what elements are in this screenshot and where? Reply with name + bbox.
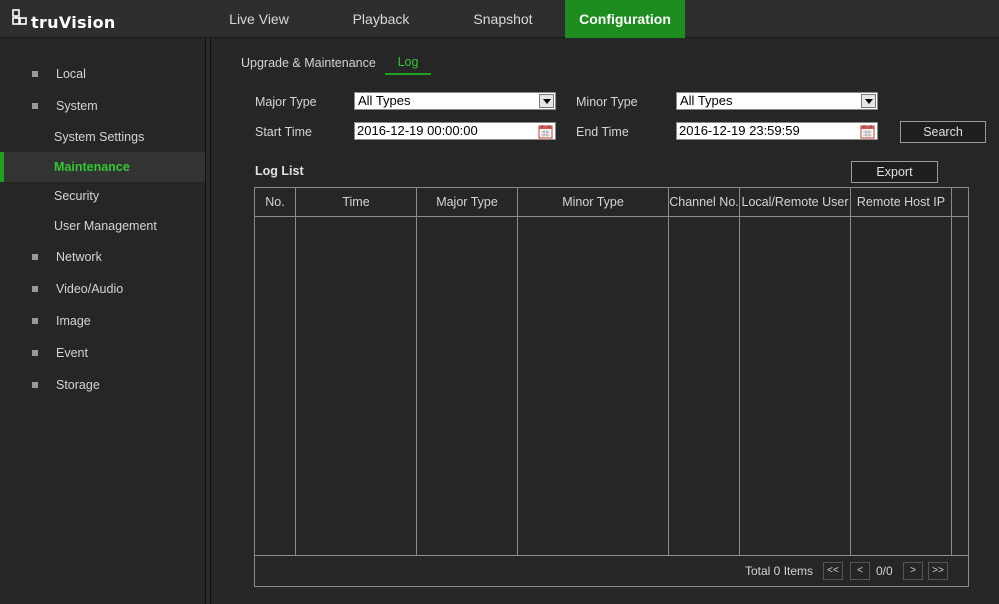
column-header-major-type[interactable]: Major Type: [417, 188, 518, 217]
sidebar-item-label: Video/Audio: [56, 282, 124, 296]
bullet-icon: [32, 318, 38, 324]
sidebar-item-security[interactable]: Security: [0, 181, 205, 211]
column-divider: [850, 217, 851, 556]
sidebar-item-image[interactable]: Image: [0, 307, 205, 335]
column-divider: [295, 217, 296, 556]
bullet-icon: [32, 350, 38, 356]
column-header-local-remote-user[interactable]: Local/Remote User: [740, 188, 851, 217]
top-nav-bar: truVision Live View Playback Snapshot Co…: [0, 0, 999, 38]
sidebar-item-label: System Settings: [54, 130, 145, 144]
log-table: No. Time Major Type Minor Type Channel N…: [254, 187, 969, 587]
end-time-input[interactable]: 2016-12-19 23:59:59: [676, 122, 878, 140]
dropdown-arrow-icon[interactable]: [539, 94, 554, 108]
nav-tab-snapshot[interactable]: Snapshot: [453, 0, 553, 38]
sidebar-item-maintenance[interactable]: Maintenance: [0, 152, 205, 182]
major-type-value: All Types: [358, 93, 411, 108]
sidebar-item-label: Local: [56, 67, 86, 81]
start-time-input[interactable]: 2016-12-19 00:00:00: [354, 122, 556, 140]
sidebar-item-label: Network: [56, 250, 102, 264]
sidebar-item-network[interactable]: Network: [0, 243, 205, 271]
sidebar-item-label: Image: [56, 314, 91, 328]
table-header: No. Time Major Type Minor Type Channel N…: [255, 188, 968, 217]
bullet-icon: [32, 286, 38, 292]
sidebar-item-label: Event: [56, 346, 88, 360]
table-footer-pagination: Total 0 Items << < 0/0 > >>: [255, 555, 968, 586]
next-page-button[interactable]: >: [903, 562, 923, 580]
sidebar-item-storage[interactable]: Storage: [0, 371, 205, 399]
sidebar-item-local[interactable]: Local: [0, 60, 205, 88]
minor-type-select[interactable]: All Types: [676, 92, 878, 110]
start-time-label: Start Time: [255, 125, 312, 139]
bullet-icon: [32, 254, 38, 260]
column-header-remote-host-ip[interactable]: Remote Host IP: [851, 188, 952, 217]
sidebar-item-user-management[interactable]: User Management: [0, 211, 205, 241]
sidebar-item-label: Maintenance: [54, 160, 130, 174]
sidebar-item-video-audio[interactable]: Video/Audio: [0, 275, 205, 303]
tab-upgrade-maintenance[interactable]: Upgrade & Maintenance: [241, 50, 376, 76]
bullet-icon: [32, 382, 38, 388]
minor-type-label: Minor Type: [576, 95, 638, 109]
column-divider: [416, 217, 417, 556]
truvision-logo-icon: [12, 9, 27, 25]
start-time-value: 2016-12-19 00:00:00: [357, 123, 478, 138]
first-page-button[interactable]: <<: [823, 562, 843, 580]
bullet-icon: [32, 103, 38, 109]
minor-type-value: All Types: [680, 93, 733, 108]
column-header-time[interactable]: Time: [296, 188, 417, 217]
end-time-label: End Time: [576, 125, 629, 139]
column-divider: [517, 217, 518, 556]
sidebar-item-system[interactable]: System: [0, 92, 205, 120]
dropdown-arrow-icon[interactable]: [861, 94, 876, 108]
major-type-label: Major Type: [255, 95, 317, 109]
export-button[interactable]: Export: [851, 161, 938, 183]
sidebar-item-system-settings[interactable]: System Settings: [0, 122, 205, 152]
bullet-icon: [32, 71, 38, 77]
truvision-logo: truVision: [12, 7, 116, 32]
sidebar-item-label: Security: [54, 189, 100, 203]
sidebar-item-label: System: [56, 99, 98, 113]
major-type-select[interactable]: All Types: [354, 92, 556, 110]
tab-log[interactable]: Log: [385, 49, 431, 75]
column-divider: [739, 217, 740, 556]
sidebar-item-label: User Management: [54, 219, 157, 233]
nav-tab-configuration[interactable]: Configuration: [565, 0, 685, 38]
end-time-value: 2016-12-19 23:59:59: [679, 123, 800, 138]
column-divider: [668, 217, 669, 556]
sidebar: Local System System Settings Maintenance…: [0, 38, 205, 604]
total-items-count: Total 0 Items: [745, 564, 814, 578]
column-divider: [951, 217, 952, 556]
column-header-channel-no[interactable]: Channel No.: [669, 188, 740, 217]
prev-page-button[interactable]: <: [850, 562, 870, 580]
calendar-icon[interactable]: [860, 124, 875, 139]
search-button[interactable]: Search: [900, 121, 986, 143]
column-header-no[interactable]: No.: [255, 188, 296, 217]
sidebar-item-label: Storage: [56, 378, 100, 392]
last-page-button[interactable]: >>: [928, 562, 948, 580]
nav-tab-playback[interactable]: Playback: [332, 0, 430, 38]
logo-text: truVision: [31, 12, 116, 32]
page-indicator: 0/0: [876, 564, 893, 578]
sidebar-divider: [205, 38, 211, 604]
nav-tab-live-view[interactable]: Live View: [208, 0, 310, 38]
calendar-icon[interactable]: [538, 124, 553, 139]
column-header-minor-type[interactable]: Minor Type: [518, 188, 669, 217]
sidebar-item-event[interactable]: Event: [0, 339, 205, 367]
log-list-title: Log List: [255, 164, 304, 178]
